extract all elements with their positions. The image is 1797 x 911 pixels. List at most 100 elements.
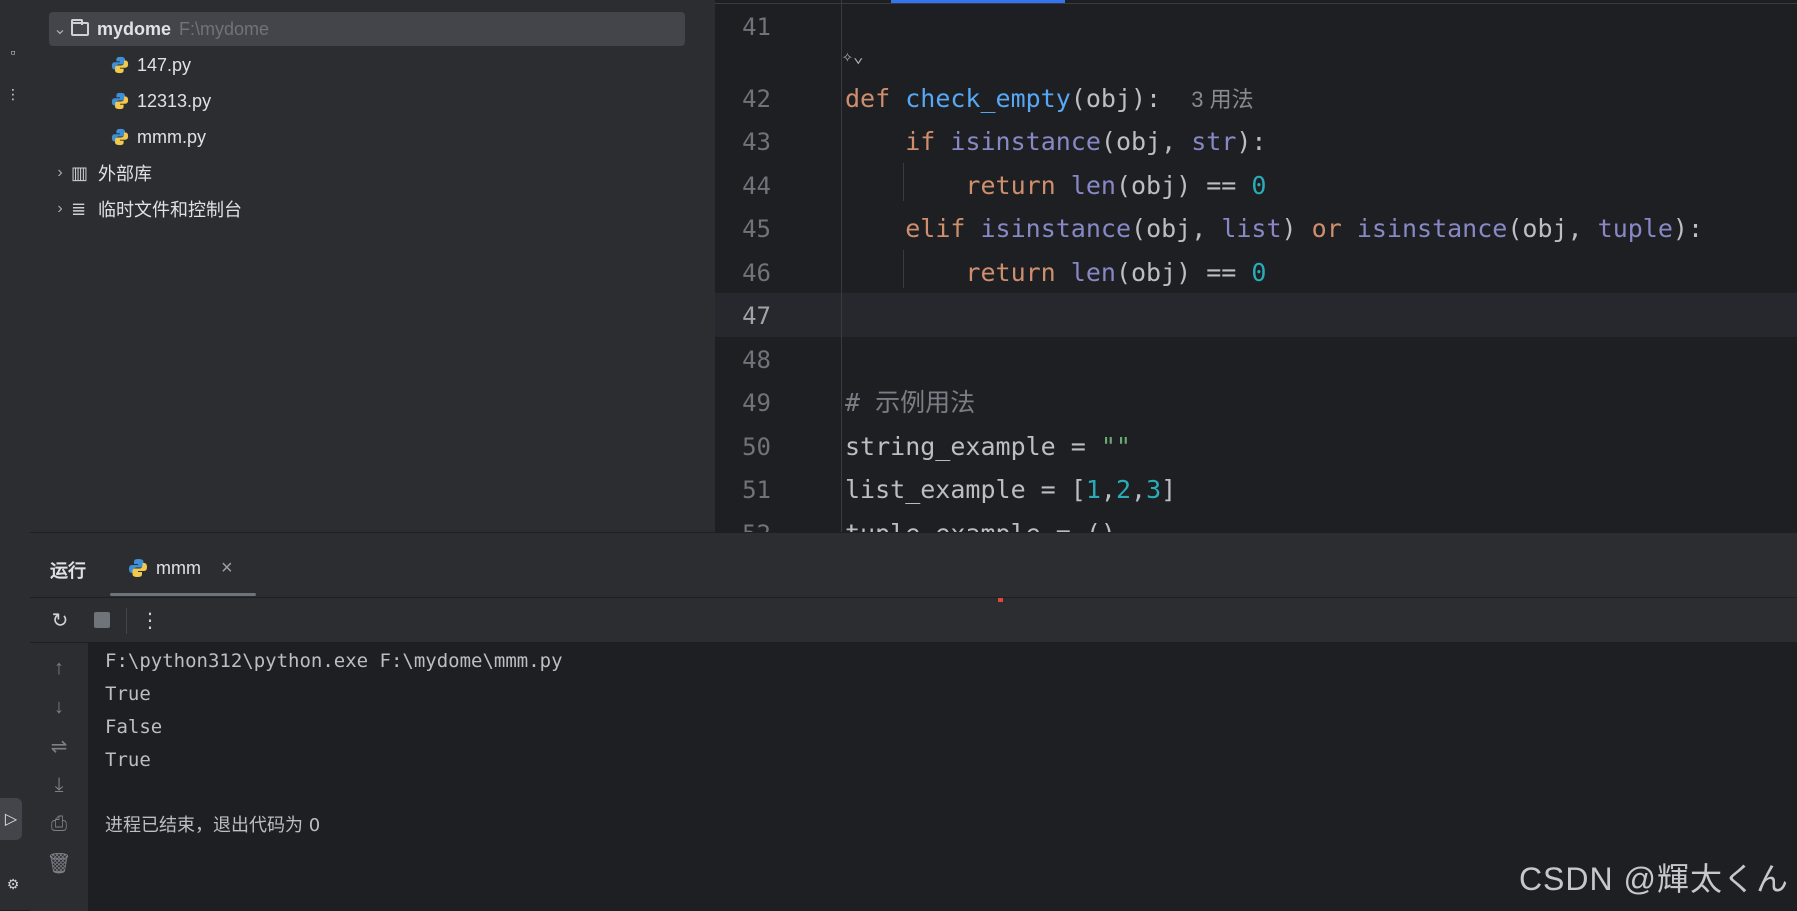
file-name: 147.py [137, 54, 192, 75]
code-text: ) [1281, 214, 1312, 243]
chevron-right-icon[interactable]: › [49, 164, 71, 182]
external-libraries-label: 外部库 [98, 164, 152, 184]
code-text: , [1100, 475, 1116, 504]
code-text: ): [1672, 214, 1704, 243]
keyword: return [965, 258, 1056, 287]
rerun-icon[interactable]: ↻ [46, 606, 74, 634]
run-toolbar: ↻ ⋮ [30, 597, 1797, 643]
builtin: isinstance [1356, 214, 1508, 243]
run-tab-underline [110, 593, 256, 596]
scratches-icon: ≣ [71, 199, 87, 219]
builtin: list [1221, 214, 1282, 243]
code-line-52: tuple_example = () [845, 519, 1116, 532]
python-packages-icon[interactable]: ⚙ [0, 876, 26, 893]
keyword: def [845, 84, 891, 113]
python-run-icon [129, 559, 147, 577]
builtin: str [1191, 127, 1237, 156]
python-file-icon [111, 56, 129, 74]
builtin: isinstance [950, 127, 1101, 156]
line-number: 44 [742, 172, 771, 200]
code-line-51: list_example = [1,2,3] [845, 475, 1176, 505]
console-side-toolbar: ↑ ↓ ⇌ ⤓ ⎙ 🗑 [30, 642, 89, 911]
console-output-line: True [105, 683, 151, 705]
code-comment: # 示例用法 [845, 388, 976, 417]
python-file-icon [111, 92, 129, 110]
code-line-42: def check_empty(obj): 3 用法 [845, 84, 1254, 115]
close-icon[interactable]: × [221, 557, 233, 580]
current-line-highlight [715, 293, 1797, 337]
tree-file-mmm[interactable]: mmm.py [110, 120, 206, 154]
stop-icon [94, 612, 110, 628]
code-text: , [1131, 475, 1147, 504]
string-literal: "" [1100, 432, 1131, 461]
tree-external-libraries[interactable]: › ▥ 外部库 [49, 156, 152, 190]
code-text: ] [1161, 475, 1177, 504]
keyword: return [965, 171, 1056, 200]
line-number: 41 [742, 13, 771, 41]
stop-button[interactable] [88, 606, 116, 634]
library-icon: ▥ [71, 163, 89, 183]
number: 3 [1146, 475, 1162, 504]
function-name: check_empty [905, 84, 1071, 113]
line-number: 48 [742, 346, 771, 374]
line-number: 49 [742, 389, 771, 417]
scroll-down-icon[interactable]: ↓ [45, 693, 73, 721]
print-icon[interactable]: ⎙ [45, 810, 73, 838]
scroll-to-end-icon[interactable]: ⤓ [45, 771, 73, 799]
keyword: if [905, 127, 936, 156]
line-number: 46 [742, 259, 771, 287]
run-panel-title: 运行 [50, 561, 86, 581]
keyword: or [1311, 214, 1342, 243]
usage-hint[interactable]: 3 用法 [1191, 87, 1253, 112]
line-number-current: 47 [742, 302, 771, 330]
code-line-43: if isinstance(obj, str): [845, 127, 1266, 157]
chevron-down-icon[interactable]: ⌄ [49, 19, 71, 39]
line-number: 45 [742, 215, 771, 243]
code-line-45: elif isinstance(obj, list) or isinstance… [845, 214, 1703, 244]
trash-icon[interactable]: 🗑 [45, 849, 73, 877]
keyword: elif [905, 214, 966, 243]
number: 0 [1251, 258, 1267, 287]
builtin: len [1070, 258, 1116, 287]
code-line-46: return len(obj) == 0 [845, 258, 1266, 288]
tree-root-mydome[interactable]: ⌄ mydome F:\mydome [49, 12, 685, 46]
python-file-icon [111, 128, 129, 146]
line-number: 43 [742, 128, 771, 156]
console-exit-message: 进程已结束，退出代码为 0 [105, 815, 321, 836]
run-tab-mmm[interactable]: mmm × [110, 541, 243, 595]
tree-file-12313[interactable]: 12313.py [110, 84, 211, 118]
project-panel: ⌄ mydome F:\mydome 147.py 12313.py mmm.p… [30, 0, 716, 532]
code-text: (obj) == [1115, 171, 1252, 200]
line-number: 42 [742, 85, 771, 113]
watermark: CSDN @輝太くん [1518, 861, 1789, 897]
line-number: 50 [742, 433, 771, 461]
run-tool-window-icon[interactable]: ▷ [0, 798, 22, 840]
scroll-up-icon[interactable]: ↑ [45, 654, 73, 682]
more-options-icon[interactable]: ⋮ [136, 606, 164, 634]
console-output-line: False [105, 716, 163, 738]
number: 2 [1115, 475, 1132, 504]
tree-file-147[interactable]: 147.py [110, 48, 191, 82]
file-name: mmm.py [137, 126, 206, 147]
code-text: ): [1236, 127, 1267, 156]
scratches-label: 临时文件和控制台 [98, 200, 242, 220]
code-editor[interactable]: 41 42 43 44 45 46 47 48 49 50 51 52 ✧⌄ d… [715, 0, 1797, 532]
more-tools-icon[interactable]: ⋮ [0, 86, 26, 103]
chevron-right-icon[interactable]: › [49, 200, 71, 218]
code-line-44: return len(obj) == 0 [845, 171, 1266, 201]
line-number: 52 [715, 519, 771, 532]
code-text: (obj, [1100, 127, 1192, 156]
toolbar-separator [126, 608, 127, 634]
folder-icon [71, 19, 89, 36]
soft-wrap-icon[interactable]: ⇌ [45, 732, 73, 760]
builtin: tuple [1597, 214, 1673, 243]
code-text: (obj, [1507, 214, 1598, 243]
ai-assistant-icon[interactable]: ✧⌄ [842, 46, 864, 67]
code-text: (obj) == [1115, 258, 1252, 287]
left-tool-strip: ▫ ⋮ ⚙ [0, 0, 31, 910]
file-name: 12313.py [137, 90, 212, 111]
tree-scratches[interactable]: › ≣ 临时文件和控制台 [49, 192, 242, 226]
code-text: string_example = [845, 432, 1101, 461]
commit-icon[interactable]: ▫ [0, 44, 26, 60]
